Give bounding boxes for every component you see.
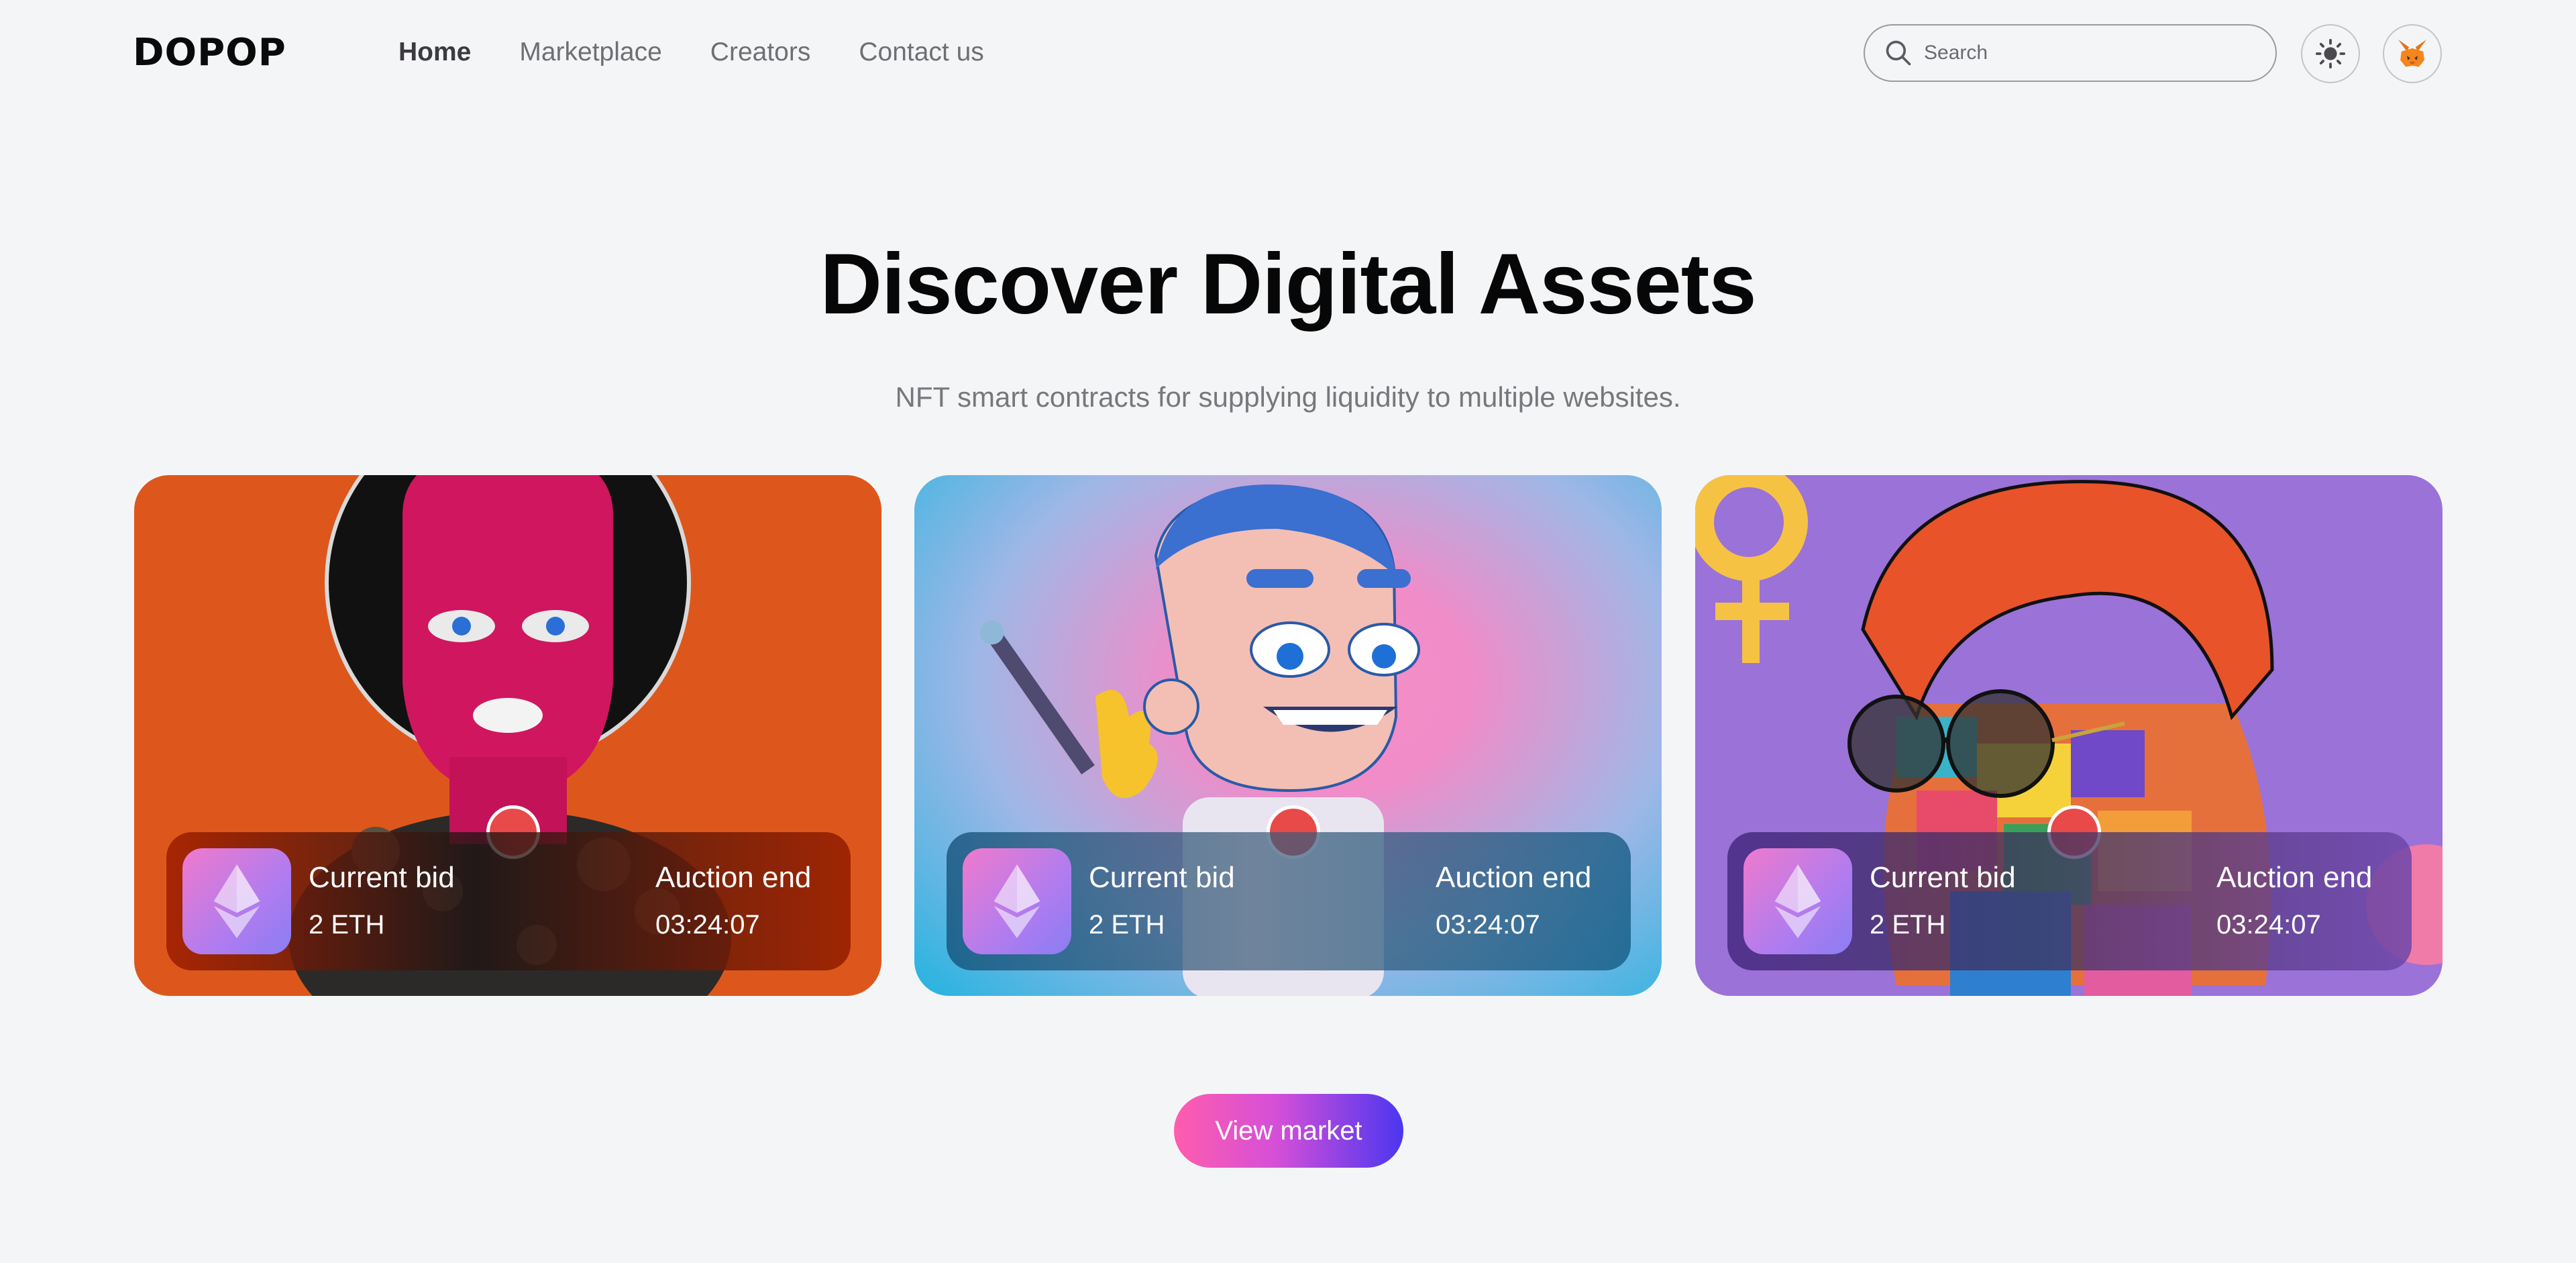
hero-subtitle: NFT smart contracts for supplying liquid…: [895, 381, 1681, 413]
current-bid-value: 2 ETH: [1089, 910, 1165, 940]
auction-end-timer: 03:24:07: [655, 910, 760, 940]
auction-end-timer: 03:24:07: [2216, 910, 2321, 940]
auction-end-label: Auction end: [1436, 861, 1592, 894]
nav-item-contact-us[interactable]: Contact us: [859, 35, 983, 70]
bid-info-panel: Current bid 2 ETH Auction end 03:24:07: [947, 832, 1631, 970]
search-box[interactable]: [1864, 24, 2277, 82]
current-bid-value: 2 ETH: [309, 910, 385, 940]
search-icon: [1886, 40, 1911, 66]
wallet-button[interactable]: [2383, 24, 2442, 83]
eth-icon: [963, 848, 1071, 954]
view-market-button[interactable]: View market: [1174, 1094, 1403, 1168]
current-bid-label: Current bid: [1870, 861, 2016, 894]
theme-toggle-button[interactable]: [2301, 24, 2360, 83]
auction-end-label: Auction end: [2216, 861, 2373, 894]
current-bid-value: 2 ETH: [1870, 910, 1946, 940]
brand-logo[interactable]: DOPOP: [133, 31, 286, 74]
fox-wallet-icon: [2398, 39, 2427, 67]
top-navbar: DOPOP Home Marketplace Creators Contact …: [0, 0, 2576, 107]
auction-end-label: Auction end: [655, 861, 812, 894]
nft-card[interactable]: Current bid 2 ETH Auction end 03:24:07: [914, 475, 1662, 996]
nft-card[interactable]: Current bid 2 ETH Auction end 03:24:07: [134, 475, 881, 996]
nav-item-home[interactable]: Home: [398, 35, 471, 70]
auction-end-timer: 03:24:07: [1436, 910, 1540, 940]
nav-item-creators[interactable]: Creators: [710, 35, 811, 70]
main-nav: Home Marketplace Creators Contact us: [398, 35, 1032, 70]
bid-info-panel: Current bid 2 ETH Auction end 03:24:07: [1727, 832, 2412, 970]
current-bid-label: Current bid: [309, 861, 455, 894]
hero-title: Discover Digital Assets: [820, 236, 1756, 332]
nav-item-marketplace[interactable]: Marketplace: [519, 35, 661, 70]
search-input[interactable]: [1924, 42, 2246, 64]
nft-card[interactable]: Current bid 2 ETH Auction end 03:24:07: [1695, 475, 2443, 996]
eth-icon: [1743, 848, 1852, 954]
current-bid-label: Current bid: [1089, 861, 1235, 894]
sun-icon: [2315, 38, 2346, 69]
eth-icon: [182, 848, 291, 954]
bid-info-panel: Current bid 2 ETH Auction end 03:24:07: [166, 832, 851, 970]
